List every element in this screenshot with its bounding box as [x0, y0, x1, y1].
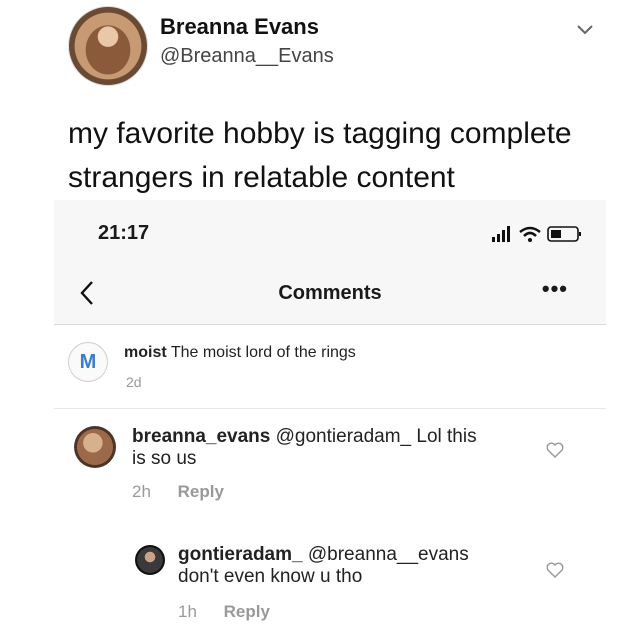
reply-comment-meta: 1h Reply: [178, 602, 270, 622]
status-bar: 21:17: [54, 200, 606, 262]
post-caption: M moist The moist lord of the rings 2d: [54, 324, 606, 409]
heart-icon[interactable]: [546, 562, 564, 578]
comments-navbar: Comments •••: [54, 262, 606, 325]
caption-body: The moist lord of the rings: [170, 344, 356, 361]
embedded-screenshot: 21:17 Comments ••• M moist The moist lor…: [54, 200, 606, 640]
caption-time: 2d: [126, 374, 142, 390]
signal-icon: [492, 226, 510, 242]
reply-comment-username[interactable]: gontieradam_: [178, 544, 303, 565]
comment-time: 2h: [132, 482, 151, 501]
comment-text: breanna_evans @gontieradam_ Lol this is …: [132, 426, 532, 470]
heart-icon[interactable]: [546, 442, 564, 458]
author-name[interactable]: Breanna Evans: [160, 14, 319, 40]
page-title: Comments: [278, 282, 382, 304]
caption-username[interactable]: moist: [124, 344, 167, 361]
author-handle[interactable]: @Breanna__Evans: [160, 45, 334, 68]
reply-button[interactable]: Reply: [178, 482, 224, 501]
more-icon[interactable]: •••: [542, 276, 568, 302]
tweet-text: my favorite hobby is tagging complete st…: [68, 117, 572, 194]
reply-button[interactable]: Reply: [224, 602, 270, 621]
comment-meta: 2h Reply: [132, 482, 224, 502]
author-avatar[interactable]: [68, 6, 148, 86]
commenter-avatar[interactable]: [74, 426, 116, 468]
reply-comment-body-line2: don't even know u tho: [178, 566, 363, 587]
caption-text: moist The moist lord of the rings: [124, 344, 356, 362]
reply-commenter-avatar[interactable]: [135, 545, 165, 575]
tweet-header: Breanna Evans @Breanna__Evans: [0, 0, 640, 100]
chevron-down-icon[interactable]: [574, 18, 596, 40]
reply-comment-body-line1: @breanna__evans: [307, 544, 469, 565]
status-icons: [492, 226, 581, 242]
battery-icon: [547, 226, 581, 242]
comment-username[interactable]: breanna_evans: [132, 426, 270, 447]
reply-comment-text: gontieradam_ @breanna__evans don't even …: [178, 544, 538, 588]
moist-avatar[interactable]: M: [68, 342, 108, 382]
status-time: 21:17: [98, 222, 150, 244]
comment-body-line2: is so us: [132, 448, 197, 469]
comment-body-line1: @gontieradam_ Lol this: [275, 426, 477, 447]
reply-comment-time: 1h: [178, 602, 197, 621]
wifi-icon: [519, 226, 541, 242]
